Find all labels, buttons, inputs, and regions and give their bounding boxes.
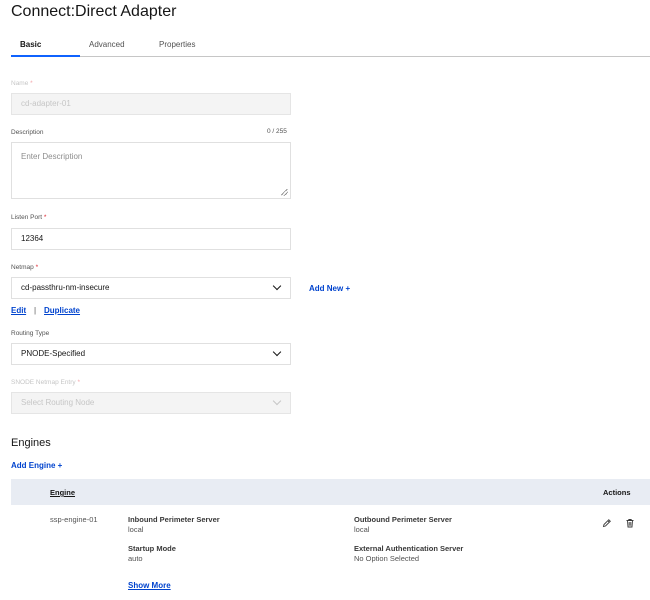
engines-title: Engines (11, 437, 51, 449)
netmap-label-text: Netmap (11, 264, 34, 271)
listen-port-value: 12364 (21, 234, 44, 243)
link-separator: | (34, 306, 37, 315)
tab-advanced[interactable]: Advanced (89, 40, 125, 57)
resize-grip-icon[interactable] (281, 189, 288, 196)
routing-type-label: Routing Type (11, 330, 50, 337)
chevron-down-icon (272, 281, 282, 291)
description-textarea[interactable]: Enter Description (11, 142, 291, 199)
snode-label: SNODE Netmap Entry * (11, 379, 80, 386)
page-title: Connect:Direct Adapter (11, 3, 177, 20)
inbound-value: local (128, 525, 144, 534)
tab-bar: Basic Advanced Properties (11, 40, 650, 57)
description-label: Description (11, 129, 44, 136)
listen-port-label-text: Listen Port (11, 214, 43, 221)
name-label-text: Name (11, 80, 29, 87)
routing-type-value: PNODE-Specified (21, 349, 86, 358)
pencil-icon[interactable] (602, 518, 612, 528)
netmap-select[interactable]: cd-passthru-nm-insecure (11, 277, 291, 299)
chevron-down-icon (272, 396, 282, 406)
name-field-value: cd-adapter-01 (21, 99, 71, 108)
extauth-value: No Option Selected (354, 554, 420, 563)
snode-placeholder: Select Routing Node (21, 398, 95, 407)
tab-properties[interactable]: Properties (159, 40, 195, 57)
trash-icon[interactable] (625, 518, 635, 528)
required-mark: * (30, 80, 33, 87)
required-mark: * (43, 214, 47, 221)
startup-key: Startup Mode (128, 544, 176, 553)
tab-basic[interactable]: Basic (11, 40, 80, 57)
listen-port-label: Listen Port * (11, 214, 46, 221)
description-placeholder: Enter Description (21, 152, 83, 161)
add-engine-link[interactable]: Add Engine + (11, 461, 62, 470)
required-mark: * (77, 379, 81, 386)
engine-column-header[interactable]: Engine (50, 488, 75, 497)
outbound-key: Outbound Perimeter Server (354, 515, 452, 524)
duplicate-netmap-link[interactable]: Duplicate (44, 306, 80, 315)
actions-column-header: Actions (603, 488, 631, 497)
engines-table-header: Engine Actions (11, 479, 650, 505)
name-label: Name * (11, 80, 33, 87)
routing-type-select[interactable]: PNODE-Specified (11, 343, 291, 365)
required-mark: * (35, 264, 39, 271)
outbound-value: local (354, 525, 370, 534)
chevron-down-icon (272, 347, 282, 357)
snode-label-text: SNODE Netmap Entry (11, 379, 76, 386)
engine-name: ssp-engine-01 (50, 515, 98, 524)
inbound-key: Inbound Perimeter Server (128, 515, 220, 524)
netmap-value: cd-passthru-nm-insecure (21, 283, 110, 292)
name-field[interactable]: cd-adapter-01 (11, 93, 291, 115)
edit-netmap-link[interactable]: Edit (11, 306, 26, 315)
show-more-link[interactable]: Show More (128, 581, 171, 590)
listen-port-input[interactable]: 12364 (11, 228, 291, 250)
add-new-netmap-link[interactable]: Add New + (309, 284, 350, 293)
netmap-label: Netmap * (11, 264, 38, 271)
snode-select[interactable]: Select Routing Node (11, 392, 291, 414)
description-counter: 0 / 255 (267, 128, 287, 135)
extauth-key: External Authentication Server (354, 544, 464, 553)
startup-value: auto (128, 554, 143, 563)
